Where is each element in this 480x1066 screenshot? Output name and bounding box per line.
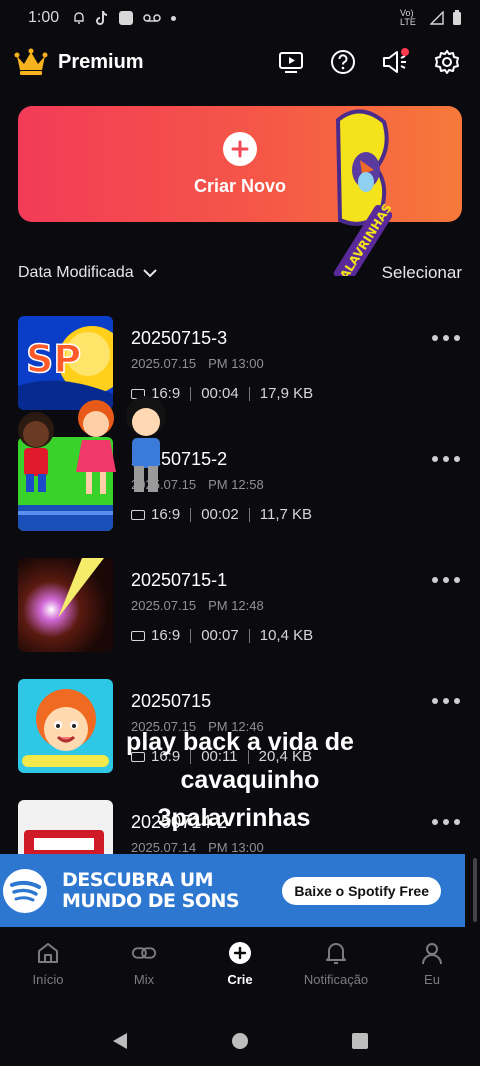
overlay-caption-line1: play back a vida de xyxy=(126,728,354,756)
create-new-button[interactable]: Criar Novo xyxy=(18,106,462,222)
project-thumbnail[interactable] xyxy=(18,558,113,652)
project-meta: 16:9 00:07 10,4 KB xyxy=(131,627,313,644)
aspect-ratio-icon xyxy=(131,509,145,520)
more-options-icon[interactable] xyxy=(432,695,460,707)
nav-create[interactable]: Crie xyxy=(192,940,288,1004)
nav-home[interactable]: Início xyxy=(0,940,96,1004)
nav-mix-label: Mix xyxy=(133,972,155,987)
status-system-icons: Vo) LTE xyxy=(400,9,462,27)
ad-cta-button[interactable]: Baixe o Spotify Free xyxy=(282,876,441,905)
more-options-icon[interactable] xyxy=(432,453,460,465)
project-duration: 00:04 xyxy=(201,385,239,402)
nav-profile[interactable]: Eu xyxy=(384,940,480,1004)
spotify-ad-banner[interactable]: DESCUBRA UM MUNDO DE SONS Baixe o Spotif… xyxy=(0,854,465,927)
nav-mix[interactable]: Mix xyxy=(96,940,192,1004)
nav-home-label: Início xyxy=(32,972,64,987)
create-new-label: Criar Novo xyxy=(193,175,287,196)
help-button[interactable] xyxy=(328,47,358,77)
project-title: 20250715 xyxy=(131,691,212,711)
divider xyxy=(190,507,192,522)
overlay-caption-line2: cavaquinho xyxy=(180,766,320,794)
voicemail-icon xyxy=(143,14,161,22)
spotify-logo-icon xyxy=(3,868,47,913)
video-tutorial-icon xyxy=(279,52,303,73)
more-options-icon[interactable] xyxy=(432,332,460,344)
status-bar: 1:00 Vo) LTE xyxy=(0,0,480,36)
gear-icon xyxy=(435,50,459,74)
home-icon xyxy=(35,940,61,966)
more-notifications-icon xyxy=(171,15,177,21)
divider xyxy=(248,628,250,643)
nav-notifications-label: Notificação xyxy=(303,972,369,987)
ad-headline-line2: MUNDO DE SONS xyxy=(62,889,240,912)
link-icon xyxy=(131,940,157,966)
notification-icon xyxy=(74,12,84,24)
kids-sticker xyxy=(18,396,166,494)
more-options-icon[interactable] xyxy=(432,574,460,586)
top-actions xyxy=(276,47,462,77)
add-circle-icon xyxy=(227,940,253,966)
sort-label: Data Modificada xyxy=(18,264,134,281)
project-duration: 00:07 xyxy=(201,627,239,644)
divider xyxy=(190,628,192,643)
nav-create-label: Crie xyxy=(227,972,253,987)
announcements-button[interactable] xyxy=(380,47,410,77)
project-title: 20250715-1 xyxy=(131,570,228,590)
user-icon xyxy=(419,940,445,966)
tiktok-icon xyxy=(96,10,108,25)
project-duration: 00:02 xyxy=(201,506,239,523)
project-date: 2025.07.15 PM 12:48 xyxy=(131,598,264,613)
project-size: 11,7 KB xyxy=(259,506,313,523)
palavrinhas-sticker: PALAVRINHAS xyxy=(333,109,392,276)
overlay-caption-line3: 3palavrinhas xyxy=(157,804,311,832)
project-date: 2025.07.15 PM 13:00 xyxy=(131,356,264,371)
svg-text:SP: SP xyxy=(26,337,81,381)
crown-icon[interactable] xyxy=(14,47,48,77)
ad-headline: DESCUBRA UM MUNDO DE SONS xyxy=(62,868,240,912)
back-icon[interactable] xyxy=(110,1031,130,1051)
battery-icon xyxy=(453,10,461,25)
status-notification-icons xyxy=(73,10,177,26)
help-icon xyxy=(331,50,355,74)
divider xyxy=(248,386,250,401)
plus-icon xyxy=(223,131,257,166)
notification-dot xyxy=(401,48,409,56)
project-title: 20250715-3 xyxy=(131,328,228,348)
system-nav xyxy=(0,1016,480,1066)
recents-icon[interactable] xyxy=(350,1031,370,1051)
top-bar: Premium xyxy=(0,40,480,84)
nav-notifications[interactable]: Notificação xyxy=(288,940,384,1004)
project-size: 17,9 KB xyxy=(259,385,314,402)
ad-scrollbar xyxy=(473,858,477,922)
divider xyxy=(190,386,192,401)
project-date: 2025.07.14 PM 13:00 xyxy=(131,840,264,855)
bell-icon xyxy=(323,940,349,966)
home-circle-icon[interactable] xyxy=(230,1031,250,1051)
project-meta: 16:9 00:02 11,7 KB xyxy=(131,506,312,523)
project-thumbnail[interactable] xyxy=(18,679,113,773)
premium-title[interactable]: Premium xyxy=(58,51,144,74)
status-time: 1:00 xyxy=(28,9,60,26)
project-item[interactable]: 20250715-1 2025.07.15 PM 12:48 16:9 00:07… xyxy=(0,558,480,658)
divider xyxy=(248,507,250,522)
nav-profile-label: Eu xyxy=(424,972,440,987)
project-ratio: 16:9 xyxy=(151,506,181,523)
sort-dropdown[interactable]: Data Modificada xyxy=(18,264,158,282)
select-button[interactable]: Selecionar xyxy=(382,263,462,283)
signal-icon xyxy=(430,11,444,25)
project-size: 10,4 KB xyxy=(259,627,314,644)
network-label: Vo) LTE xyxy=(400,8,416,27)
bottom-nav: Início Mix Crie Notificação Eu xyxy=(0,940,480,1004)
aspect-ratio-icon xyxy=(131,630,145,641)
settings-button[interactable] xyxy=(432,47,462,77)
ad-headline-line1: DESCUBRA UM xyxy=(62,868,214,891)
chevron-down-icon xyxy=(142,269,157,278)
app-icon xyxy=(119,11,134,25)
sort-row: Data Modificada Selecionar xyxy=(18,258,462,288)
tutorial-button[interactable] xyxy=(276,47,306,77)
project-ratio: 16:9 xyxy=(151,627,181,644)
